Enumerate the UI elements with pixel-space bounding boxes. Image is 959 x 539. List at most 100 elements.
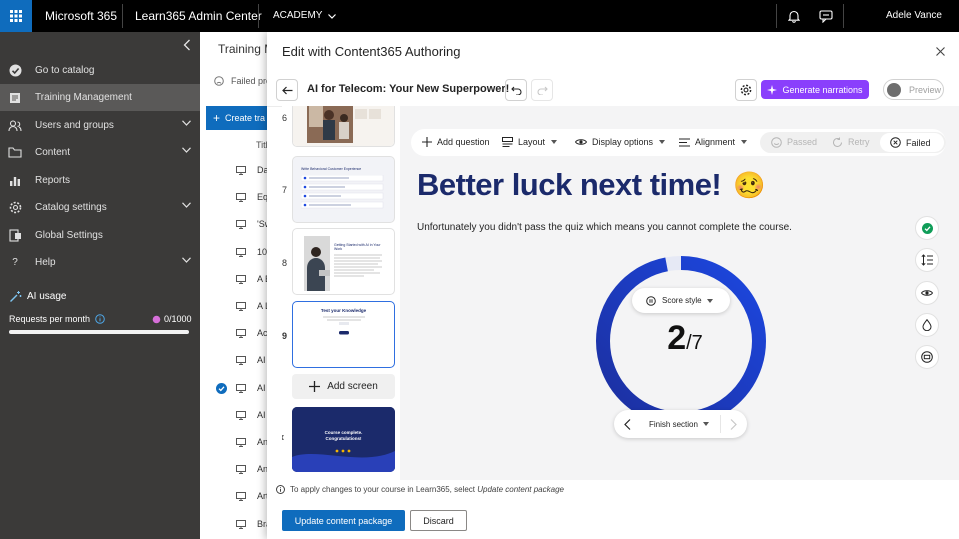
table-row[interactable]: Equ: [200, 189, 273, 207]
filter-chip[interactable]: Failed pro: [214, 76, 271, 86]
folder-icon: [8, 147, 22, 158]
app-name[interactable]: Learn365 Admin Center: [135, 0, 262, 32]
undo-button[interactable]: [505, 79, 527, 101]
preview-label: Preview: [909, 84, 942, 95]
layout-dropdown[interactable]: Layout: [502, 129, 562, 155]
finish-section-dropdown[interactable]: Finish section: [649, 410, 709, 438]
alignment-dropdown[interactable]: Alignment: [679, 129, 752, 155]
people-icon: [8, 119, 22, 132]
feedback-icon[interactable]: [811, 0, 841, 32]
table-row[interactable]: AI: [200, 380, 270, 398]
create-training-button[interactable]: + Create tra: [206, 106, 276, 130]
back-button[interactable]: [276, 79, 298, 101]
display-options-label: Display options: [592, 137, 654, 147]
flag-icon: [282, 435, 284, 440]
result-message[interactable]: Unfortunately you didn't pass the quiz w…: [417, 222, 792, 233]
caret-down-icon: [706, 298, 713, 303]
nav-users-and-groups[interactable]: Users and groups: [0, 112, 200, 139]
add-screen-button[interactable]: Add screen: [292, 374, 395, 399]
nav-catalog-settings[interactable]: Catalog settings: [0, 194, 200, 221]
product-name[interactable]: Microsoft 365: [45, 0, 117, 32]
preview-toggle[interactable]: Preview: [883, 79, 944, 100]
table-row[interactable]: AI: [200, 352, 270, 370]
table-row[interactable]: AI: [200, 407, 270, 425]
ai-usage-title: AI usage: [27, 291, 67, 302]
requests-label: Requests per month: [9, 314, 91, 324]
generate-narrations-button[interactable]: Generate narrations: [761, 80, 869, 99]
ai-credit-icon: [152, 315, 161, 323]
info-icon[interactable]: [95, 314, 105, 324]
tenant-selector[interactable]: ACADEMY: [273, 0, 337, 32]
layout-icon: [502, 137, 513, 147]
pause-circle-icon: [646, 295, 656, 306]
spacing-button[interactable]: [915, 248, 939, 272]
nav-reports[interactable]: Reports: [0, 167, 200, 194]
color-button[interactable]: [915, 313, 939, 337]
collapse-nav-icon[interactable]: [183, 39, 191, 51]
redo-button[interactable]: [531, 79, 553, 101]
thumb-title: Test your Knowledge: [320, 308, 367, 313]
retry-icon: [833, 137, 842, 147]
media-button[interactable]: [915, 345, 939, 369]
gear-icon: [8, 201, 22, 214]
course-title: AI for Telecom: Your New Superpower!: [307, 83, 510, 95]
score-style-dropdown[interactable]: Score style: [632, 288, 730, 313]
chevron-right-icon[interactable]: [730, 419, 737, 430]
row-selected-check-icon[interactable]: [216, 383, 227, 394]
result-heading[interactable]: Better luck next time! 🥴: [417, 167, 766, 203]
table-row[interactable]: A E: [200, 271, 271, 289]
check-circle-icon: [921, 222, 933, 234]
plus-icon: [422, 137, 432, 147]
table-row[interactable]: An: [200, 434, 270, 452]
chevron-left-icon[interactable]: [624, 419, 631, 430]
table-row[interactable]: 'Sw: [200, 216, 271, 234]
thumb-quiz-graphic: [323, 316, 365, 335]
thumb-screen-6[interactable]: [292, 106, 395, 147]
thumb-screen-8[interactable]: Getting Started with AI in Your Work: [292, 228, 395, 295]
visibility-button[interactable]: [915, 281, 939, 305]
nav-label: Go to catalog: [35, 65, 95, 76]
layout-label: Layout: [518, 137, 546, 147]
table-row[interactable]: Ac: [200, 325, 270, 343]
page-title: Training M: [218, 42, 275, 56]
check-status-button[interactable]: [915, 216, 939, 240]
chevron-down-icon: [182, 120, 191, 126]
table-row[interactable]: Bra: [200, 516, 271, 534]
table-row[interactable]: Art: [200, 488, 270, 506]
thumb-screen-7[interactable]: Write Behavioral Customer Experience: [292, 156, 395, 223]
state-retry[interactable]: Retry: [832, 129, 870, 155]
discard-label: Discard: [423, 515, 454, 526]
caret-down-icon: [659, 140, 666, 144]
training-list-background: Training M Failed pro + Create tra Titl …: [200, 32, 276, 539]
finish-section-label: Finish section: [649, 419, 698, 429]
thumb-screen-9[interactable]: Test your Knowledge: [292, 301, 395, 368]
update-content-package-button[interactable]: Update content package: [282, 510, 405, 531]
nav-global-settings[interactable]: Global Settings: [0, 222, 200, 249]
table-row[interactable]: 10: [200, 244, 270, 262]
nav-label: Users and groups: [35, 120, 114, 131]
info-icon: [276, 485, 285, 494]
plus-icon: [309, 381, 321, 392]
state-passed[interactable]: Passed: [771, 129, 817, 155]
nav-go-to-catalog[interactable]: Go to catalog: [0, 57, 200, 84]
thumb-screen-final[interactable]: Course complete. Congratulations!: [292, 407, 395, 472]
add-question-button[interactable]: Add question: [422, 129, 490, 155]
table-row[interactable]: A L: [200, 298, 270, 316]
notifications-icon[interactable]: [779, 0, 809, 32]
state-failed[interactable]: Failed: [880, 133, 944, 152]
row-title: 10: [257, 247, 268, 257]
settings-button[interactable]: [735, 79, 757, 101]
close-icon[interactable]: [936, 47, 945, 56]
question-icon: ?: [12, 257, 18, 268]
display-options-dropdown[interactable]: Display options: [575, 129, 670, 155]
nav-training-management[interactable]: Training Management: [0, 84, 200, 111]
nav-help[interactable]: ? Help: [0, 249, 200, 276]
discard-button[interactable]: Discard: [410, 510, 467, 531]
monitor-icon: [236, 275, 246, 284]
user-name[interactable]: Adele Vance: [886, 0, 942, 32]
table-row[interactable]: Da: [200, 162, 270, 180]
grid-icon: [8, 229, 22, 242]
table-row[interactable]: An: [200, 461, 270, 479]
nav-content[interactable]: Content: [0, 139, 200, 166]
app-launcher-icon[interactable]: [0, 0, 32, 32]
